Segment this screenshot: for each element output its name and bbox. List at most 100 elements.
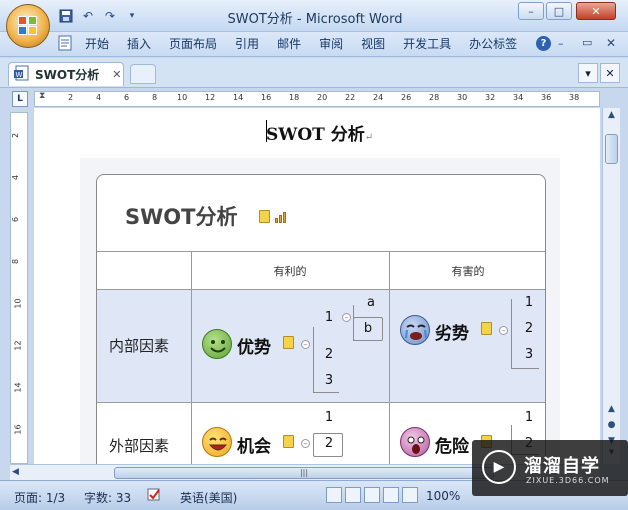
topic-weakness[interactable]: 劣势 <box>435 319 469 344</box>
tab-developer[interactable]: 开发工具 <box>394 36 460 53</box>
browse-object-icon[interactable]: ● <box>605 420 618 434</box>
shocked-face-icon <box>400 427 430 457</box>
ruler-tick: 8 <box>11 258 21 265</box>
tab-mailings[interactable]: 邮件 <box>268 36 310 53</box>
tab-home[interactable]: 开始 <box>76 36 118 53</box>
quick-access-toolbar: ↶ ↷ ▾ <box>58 7 140 25</box>
doc-tab-swot[interactable]: W SWOT分析 ✕ <box>8 62 124 86</box>
ribbon-restore-icon[interactable]: ▭ <box>582 36 592 49</box>
grid-line <box>97 402 545 403</box>
close-tab-icon[interactable]: ✕ <box>112 68 121 81</box>
outline-view-icon[interactable] <box>383 487 399 503</box>
ruler-tick: 28 <box>429 93 440 102</box>
subtopic[interactable]: a <box>361 295 381 310</box>
minimize-button[interactable]: – <box>518 2 544 20</box>
tab-insert[interactable]: 插入 <box>118 36 160 53</box>
note-icon[interactable] <box>259 210 270 223</box>
scroll-up-icon[interactable]: ▲ <box>605 404 618 418</box>
proofing-icon[interactable] <box>146 487 164 506</box>
note-icon[interactable] <box>481 322 492 335</box>
print-layout-view-icon[interactable] <box>326 487 342 503</box>
page-count[interactable]: 页面: 1/3 <box>14 489 65 506</box>
ruler-tick: 10 <box>177 93 188 102</box>
topic-threat[interactable]: 危险 <box>435 432 469 457</box>
col-header-harmful: 有害的 <box>451 265 485 278</box>
close-window-button[interactable]: ✕ <box>576 2 616 20</box>
vertical-scrollbar[interactable]: ▲ ▲ ● ▼ ▼ <box>602 108 620 464</box>
ruler-tick: 14 <box>233 93 244 102</box>
topic-strength[interactable]: 优势 <box>237 333 271 358</box>
horizontal-ruler[interactable]: ⧗ 2 4 6 8 10 12 14 16 18 20 22 24 26 28 … <box>34 91 600 107</box>
subtopic[interactable]: 1 <box>519 295 539 310</box>
watermark: ▶ 溜溜自学 ZIXUE.3D66.COM <box>472 440 628 496</box>
zoom-level[interactable]: 100% <box>426 489 460 503</box>
crying-face-icon <box>400 315 430 345</box>
office-logo-icon <box>18 16 38 36</box>
smile-face-icon <box>202 329 232 359</box>
col-header-favorable: 有利的 <box>273 265 307 278</box>
draft-view-icon[interactable] <box>402 487 418 503</box>
paragraph-mark: ↵ <box>364 132 374 143</box>
subtopic[interactable]: 3 <box>519 347 539 362</box>
vertical-scroll-thumb[interactable] <box>605 134 618 164</box>
tab-list-dropdown[interactable]: ▾ <box>578 63 598 83</box>
ruler-tick: 26 <box>401 93 412 102</box>
window-title: SWOT分析 - Microsoft Word <box>227 12 403 27</box>
ruler-tick: 18 <box>289 93 300 102</box>
tab-view[interactable]: 视图 <box>352 36 394 53</box>
subtopic[interactable]: 3 <box>319 373 339 388</box>
language-status[interactable]: 英语(美国) <box>180 489 237 506</box>
tab-review[interactable]: 审阅 <box>310 36 352 53</box>
tab-page-layout[interactable]: 页面布局 <box>160 36 226 53</box>
ribbon-close-icon[interactable]: ✕ <box>606 36 616 50</box>
document-tab-bar: W SWOT分析 ✕ <box>0 58 628 88</box>
maximize-button[interactable]: □ <box>546 2 572 20</box>
ruler-tick: 20 <box>317 93 328 102</box>
subtopic[interactable]: 1 <box>319 410 339 425</box>
topic-opportunity[interactable]: 机会 <box>237 432 271 457</box>
redo-icon[interactable]: ↷ <box>102 8 118 24</box>
swot-mindmap[interactable]: SWOT分析 有利的 有害的 内部因素 外部因素 优势 – 1 – a b 2 … <box>96 174 546 464</box>
subtopic[interactable]: 2 <box>319 436 339 451</box>
scroll-up-icon[interactable]: ▲ <box>605 110 618 124</box>
full-screen-reading-icon[interactable] <box>345 487 361 503</box>
ribbon-minimize-icon[interactable]: – <box>558 37 564 50</box>
doc-tab-label: SWOT分析 <box>35 68 100 82</box>
chart-icon[interactable] <box>275 211 289 223</box>
customize-qat-icon[interactable]: ▾ <box>124 8 140 24</box>
ruler-tick: 22 <box>345 93 356 102</box>
document-title-text: SWOT 分析 <box>266 125 365 145</box>
collapse-toggle[interactable]: – <box>301 439 310 448</box>
scroll-left-icon[interactable]: ◀ <box>12 467 19 477</box>
note-icon[interactable] <box>283 435 294 448</box>
ruler-tick: 6 <box>11 216 21 223</box>
collapse-toggle[interactable]: – <box>301 340 310 349</box>
note-icon[interactable] <box>283 336 294 349</box>
word-count[interactable]: 字数: 33 <box>84 489 131 506</box>
collapse-toggle[interactable]: – <box>342 313 351 322</box>
ruler-tick: 34 <box>513 93 524 102</box>
save-icon[interactable] <box>58 8 74 24</box>
indent-marker-icon[interactable]: ⧗ <box>39 91 45 101</box>
subtopic[interactable]: 1 <box>519 410 539 425</box>
help-icon[interactable]: ? <box>536 36 551 51</box>
horizontal-scroll-thumb[interactable]: ||| <box>114 467 494 479</box>
collapse-toggle[interactable]: – <box>499 326 508 335</box>
tab-selector[interactable]: L <box>12 91 28 107</box>
document-page[interactable]: SWOT 分析↵ SWOT分析 有利的 有害的 内部因素 外部因素 优势 – 1… <box>34 108 600 464</box>
undo-icon[interactable]: ↶ <box>80 8 96 24</box>
tab-references[interactable]: 引用 <box>226 36 268 53</box>
subtopic[interactable]: 1 <box>319 310 339 325</box>
vertical-ruler[interactable]: 2 4 6 8 10 12 14 16 <box>10 112 28 464</box>
new-tab-button[interactable] <box>130 64 156 84</box>
ruler-tick: 4 <box>11 174 21 181</box>
subtopic[interactable]: 2 <box>519 321 539 336</box>
subtopic[interactable]: b <box>358 321 378 336</box>
tab-office-tabs[interactable]: 办公标签 <box>460 36 526 53</box>
web-layout-icon[interactable] <box>364 487 380 503</box>
close-all-tabs-button[interactable]: ✕ <box>600 63 620 83</box>
row-label-internal: 内部因素 <box>109 337 170 355</box>
subtopic[interactable]: 2 <box>319 347 339 362</box>
ruler-tick: 10 <box>13 298 23 309</box>
office-button[interactable] <box>6 4 50 48</box>
